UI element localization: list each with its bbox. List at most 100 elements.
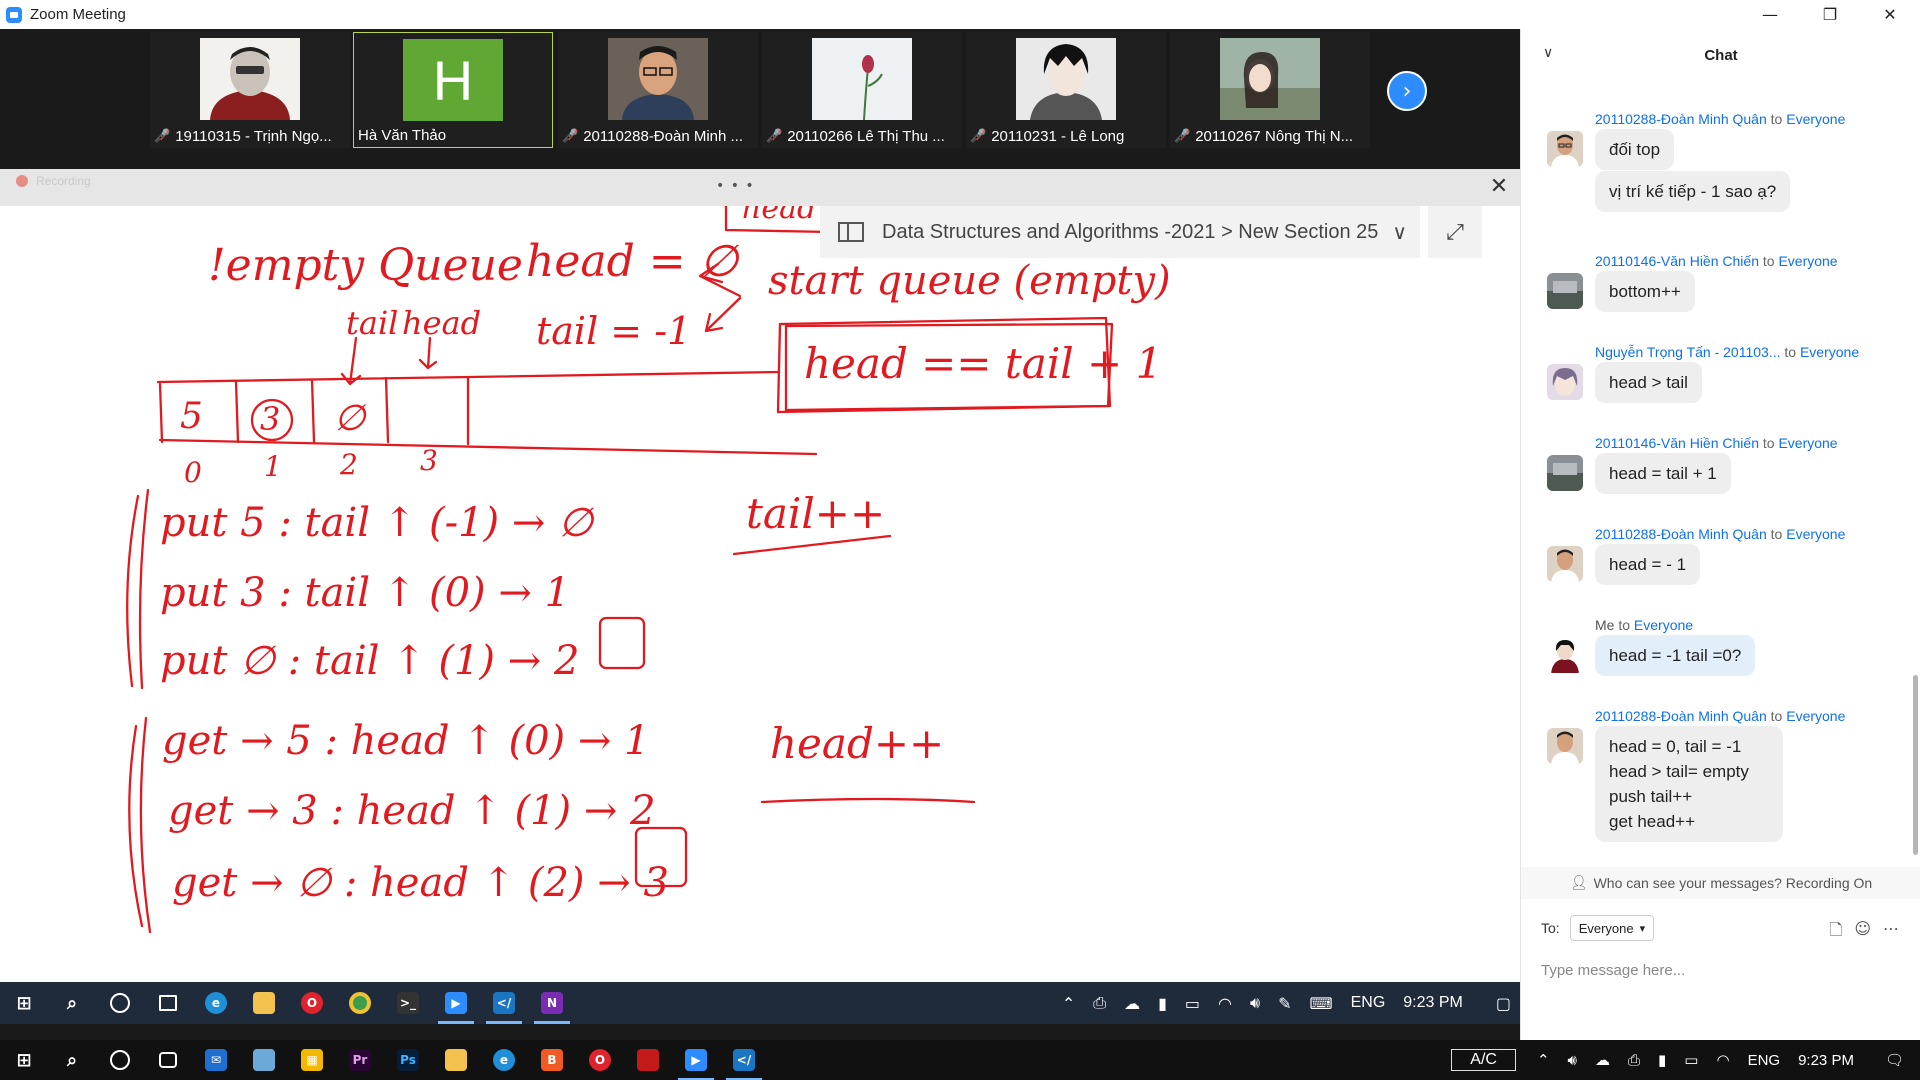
sender-name[interactable]: 20110146-Văn Hiền Chiến [1595,253,1759,269]
sender-name[interactable]: Nguyễn Trọng Tấn - 201103... [1595,344,1781,360]
ink-head-label: head [402,304,481,342]
premiere-icon[interactable]: Pr [336,1039,384,1080]
chat-scrollbar[interactable] [1913,675,1918,855]
file-explorer-icon[interactable] [432,1039,480,1080]
gallery-next-page-button[interactable]: › [1387,71,1427,111]
participant-tile[interactable]: 🎤̸ 19110315 - Trịnh Ngọ... [150,32,350,148]
zoom-taskbar-icon[interactable]: ▶ [672,1039,720,1080]
battery-icon[interactable]: ▭ [1684,1051,1698,1069]
sender-name[interactable]: 20110288-Đoàn Minh Quân [1595,111,1767,127]
file-explorer-icon[interactable] [240,982,288,1024]
notification-icon[interactable]: ▢ [1496,994,1511,1013]
language-indicator[interactable]: ENG [1748,1052,1781,1069]
emoji-icon[interactable]: ☺ [1854,919,1871,946]
close-window-button[interactable]: ✕ [1860,0,1920,29]
message-bubble[interactable]: head > tail [1595,362,1702,403]
search-icon[interactable]: ⌕ [48,982,96,1024]
participant-tile-active[interactable]: H Hà Văn Thảo [353,32,553,148]
drag-handle[interactable]: • • • [716,178,755,194]
volume-icon[interactable]: 🔊︎ [1568,1051,1577,1069]
camera-tray-icon[interactable]: ⎙ [1628,1051,1640,1069]
opera-icon[interactable]: O [576,1039,624,1080]
message-bubble[interactable]: head = - 1 [1595,544,1701,585]
task-view-icon[interactable] [144,1039,192,1080]
notification-icon[interactable]: 🗨︎ [1885,1051,1904,1069]
onenote-breadcrumb[interactable]: Data Structures and Algorithms -2021 > N… [820,206,1420,258]
message-bubble[interactable]: vị trí kế tiếp - 1 sao ạ? [1595,171,1791,212]
chat-message-list[interactable]: 20110288-Đoàn Minh Quân to Everyone đối … [1521,81,1920,865]
sender-name[interactable]: 20110288-Đoàn Minh Quân [1595,526,1767,542]
camera-tray-icon[interactable]: ⎙ [1093,993,1106,1013]
recording-label: Recording [36,174,91,188]
muted-mic-icon: 🎤̸ [562,128,579,144]
tray-chevron-icon[interactable]: ⌃ [1537,1051,1550,1069]
to-word: to [1618,617,1631,633]
privacy-notice[interactable]: 👤︎ Who can see your messages? Recording … [1521,867,1920,899]
store-icon[interactable]: ▦ [288,1039,336,1080]
vscode-icon[interactable]: </ [480,982,528,1024]
usb-icon[interactable]: ▮ [1158,994,1167,1013]
message-bubble[interactable]: head = -1 tail =0? [1595,635,1756,676]
wifi-icon[interactable]: ◠ [1716,1051,1729,1069]
edge-icon[interactable]: e [480,1039,528,1080]
terminal-icon[interactable]: >_ [384,982,432,1024]
tray-chevron-icon[interactable]: ⌃ [1062,994,1075,1013]
clock[interactable]: 9:23 PM [1798,1052,1854,1069]
message-line: push tail++ [1609,787,1693,806]
restore-button[interactable]: ❐ [1800,0,1860,29]
onedrive-icon[interactable]: ☁ [1595,1051,1610,1069]
participant-tile[interactable]: 🎤̸ 20110231 - Lê Long [966,32,1166,148]
search-icon[interactable]: ⌕ [48,1039,96,1080]
more-icon[interactable]: ⋯ [1883,919,1899,946]
brave-icon[interactable]: B [528,1039,576,1080]
opera-icon[interactable]: O [288,982,336,1024]
windows-start-icon[interactable]: ⊞ [0,982,48,1024]
message-bubble[interactable]: head = tail + 1 [1595,453,1731,494]
message-bubble[interactable]: bottom++ [1595,271,1695,312]
participant-tile[interactable]: 🎤̸ 20110267 Nông Thị N... [1170,32,1370,148]
participant-tile[interactable]: 🎤̸ 20110266 Lê Thị Thu ... [762,32,962,148]
sender-name[interactable]: 20110146-Văn Hiền Chiến [1595,435,1759,451]
participant-tile[interactable]: 🎤̸ 20110288-Đoàn Minh ... [558,32,758,148]
participant-video [608,38,708,120]
cortana-icon[interactable] [96,1039,144,1080]
edge-icon[interactable]: e [192,982,240,1024]
avatar [1547,364,1583,400]
vscode-icon[interactable]: </ [720,1039,768,1080]
onenote-icon[interactable]: N [528,982,576,1024]
chat-message-input[interactable] [1541,955,1901,985]
photoshop-icon[interactable]: Ps [384,1039,432,1080]
minimize-button[interactable]: — [1740,0,1800,29]
ac-indicator[interactable]: A/C [1451,1049,1516,1071]
ink-head-cmp: head == tail + 1 [804,339,1162,388]
wifi-icon[interactable]: ◠ [1218,994,1232,1013]
message-bubble[interactable]: đối top [1595,129,1675,170]
red-app-icon[interactable] [624,1039,672,1080]
keyboard-icon[interactable]: ⌨ [1310,994,1333,1013]
message-bubble[interactable]: head = 0, tail = -1 head > tail= empty p… [1595,726,1783,842]
close-share-view-button[interactable]: ✕ [1484,171,1514,201]
sender-name: Me [1595,617,1615,633]
battery-icon[interactable]: ▭ [1185,994,1200,1013]
pen-icon[interactable]: ✎ [1278,994,1291,1013]
chevron-down-icon[interactable]: ∨ [1543,45,1553,61]
language-indicator[interactable]: ENG [1351,994,1386,1012]
usb-icon[interactable]: ▮ [1658,1051,1666,1069]
cortana-icon[interactable] [96,982,144,1024]
file-icon[interactable]: 🗋 [1829,919,1842,946]
sender-name[interactable]: 20110288-Đoàn Minh Quân [1595,708,1767,724]
clock[interactable]: 9:23 PM [1403,994,1463,1012]
onedrive-icon[interactable]: ☁ [1124,994,1140,1013]
mail-icon[interactable]: ✉ [192,1039,240,1080]
volume-icon[interactable]: 🔊︎ [1250,993,1260,1013]
notebook-icon [838,222,864,242]
expand-button[interactable]: ⤢ [1428,206,1482,258]
task-view-icon[interactable] [144,982,192,1024]
recipient-select[interactable]: Everyone ▾ [1569,915,1655,941]
windows-start-icon[interactable]: ⊞ [0,1039,48,1080]
chrome-icon[interactable] [336,982,384,1024]
photos-icon[interactable] [240,1039,288,1080]
zoom-taskbar-icon[interactable]: ▶ [432,982,480,1024]
message-line: head > tail= empty [1609,762,1749,781]
avatar-initial: H [432,48,474,112]
